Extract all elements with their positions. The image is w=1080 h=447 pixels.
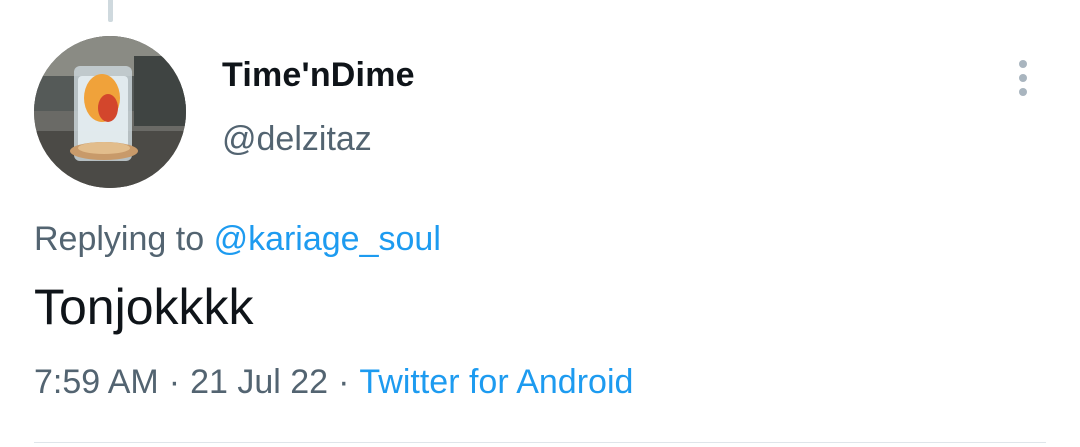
avatar-photo-icon: [34, 36, 186, 188]
tweet-time[interactable]: 7:59 AM: [34, 363, 159, 401]
tweet-metadata: 7:59 AM · 21 Jul 22 · Twitter for Android: [34, 363, 633, 402]
thread-connector-line: [108, 0, 113, 22]
divider: [34, 442, 1046, 443]
tweet-date[interactable]: 21 Jul 22: [190, 363, 328, 401]
metadata-separator: ·: [338, 363, 350, 401]
metadata-separator: ·: [168, 363, 181, 401]
more-options-button[interactable]: [1004, 56, 1044, 100]
avatar[interactable]: [34, 36, 186, 188]
tweet-text: Tonjokkkk: [34, 279, 254, 335]
replying-to-mention-link[interactable]: @kariage_soul: [214, 220, 441, 258]
tweet-source-link[interactable]: Twitter for Android: [359, 363, 633, 401]
replying-to-line: Replying to @kariage_soul: [34, 220, 441, 259]
replying-to-label: Replying to: [34, 220, 205, 258]
author-handle[interactable]: @delzitaz: [222, 120, 372, 159]
author-display-name[interactable]: Time'nDime: [222, 56, 415, 95]
